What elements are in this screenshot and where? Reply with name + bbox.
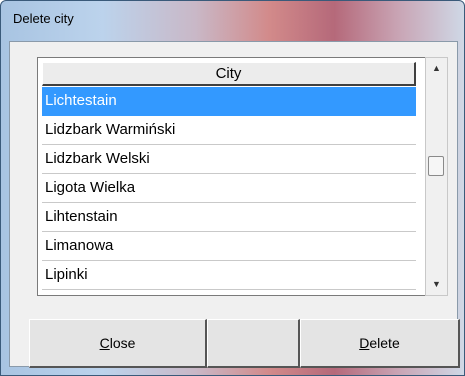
vertical-scrollbar[interactable]: ▲ ▼ — [425, 57, 448, 296]
delete-city-dialog: Delete city City Lichtestain Lidzbark Wa… — [0, 0, 465, 376]
blank-button[interactable] — [207, 319, 300, 368]
dialog-client-area: City Lichtestain Lidzbark Warmiński Lidz… — [9, 41, 460, 368]
column-header-city[interactable]: City — [42, 62, 416, 86]
list-item[interactable]: Lichtestain — [42, 87, 416, 116]
up-arrow-icon[interactable]: ▲ — [426, 60, 447, 77]
close-mnemonic: C — [99, 335, 110, 351]
list-item[interactable]: Lihtenstain — [42, 203, 416, 232]
list-item[interactable]: Lidzbark Warmiński — [42, 116, 416, 145]
list-item[interactable]: Lidzbark Welski — [42, 145, 416, 174]
delete-mnemonic: D — [359, 335, 370, 351]
delete-button[interactable]: Delete — [300, 319, 460, 368]
scrollbar-thumb[interactable] — [428, 156, 444, 176]
city-list[interactable]: City Lichtestain Lidzbark Warmiński Lidz… — [37, 57, 425, 296]
list-item[interactable]: Lipinki — [42, 261, 416, 290]
window-title: Delete city — [13, 11, 74, 26]
down-arrow-icon[interactable]: ▼ — [426, 276, 447, 293]
delete-label: elete — [369, 335, 400, 351]
list-item[interactable]: Limanowa — [42, 232, 416, 261]
title-bar[interactable]: Delete city — [1, 1, 464, 41]
close-label: lose — [109, 335, 136, 351]
list-item[interactable]: Ligota Wielka — [42, 174, 416, 203]
close-button[interactable]: Close — [29, 319, 207, 368]
